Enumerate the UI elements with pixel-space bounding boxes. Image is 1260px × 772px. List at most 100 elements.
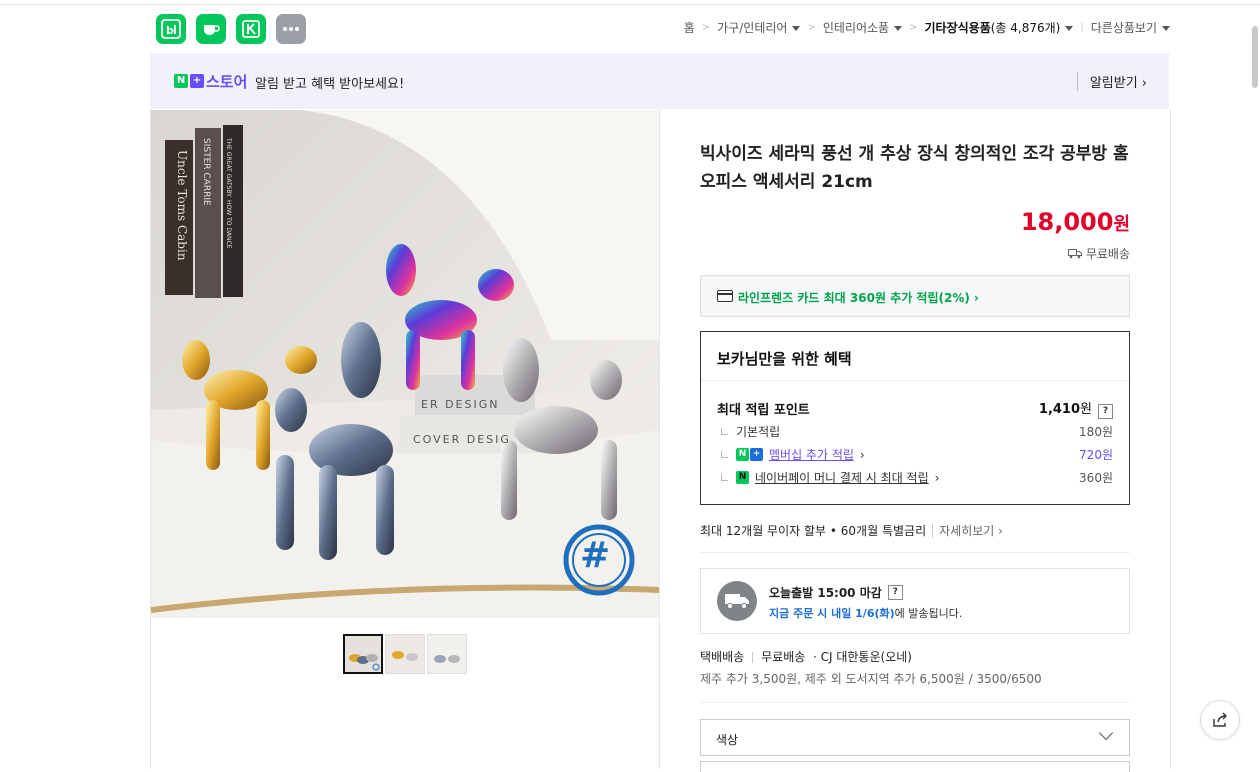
dropdown-arrow-icon (1065, 26, 1074, 31)
color-option-select[interactable]: 색상 (700, 719, 1130, 756)
breadcrumb-separator-icon: > (701, 22, 711, 33)
product-main-image[interactable]: Uncle Toms Cabin SISTER CARRIE THE GREAT… (151, 110, 659, 618)
installment-text: 최대 12개월 무이자 할부 • 60개월 특별금리 (700, 524, 927, 538)
svg-text:b: b (166, 24, 174, 37)
dropdown-arrow-icon (894, 26, 903, 31)
product-price: 18,000원 (1020, 208, 1130, 236)
separator (752, 652, 754, 663)
breadcrumb-divider: | (1080, 22, 1084, 33)
max-points-label: 최대 적립 포인트 (717, 403, 810, 418)
share-button[interactable] (1200, 700, 1240, 740)
option-label: 색상 (716, 733, 739, 747)
benefit-row-value: 720원 (1079, 448, 1113, 462)
thumbnail-image (428, 635, 466, 673)
breadcrumb-home[interactable]: 홈 (684, 19, 695, 36)
naverpay-icon: N (736, 471, 749, 484)
box-text-2: COVER DESIG (413, 433, 511, 446)
naver-cafe-icon[interactable] (196, 14, 226, 44)
plus-badge: + (190, 74, 204, 88)
shipping-extra-fee: 제주 추가 3,500원, 제주 외 도서지역 추가 6,500원 / 3500… (700, 672, 1042, 686)
help-icon[interactable]: ? (1098, 404, 1113, 419)
benefit-row-membership[interactable]: N + 멤버십 추가 적립 › 720원 (717, 446, 1113, 463)
breadcrumb-level2[interactable]: 인테리어소품 (823, 19, 903, 36)
chevron-down-icon (1098, 725, 1114, 741)
naver-n-badge: N (174, 74, 188, 88)
scrollbar[interactable] (1252, 26, 1258, 88)
today-shipping-title: 오늘출발 15:00 마감? (769, 584, 903, 601)
max-points-row: 최대 적립 포인트 1,410원? (717, 398, 1113, 419)
thumbnail-1[interactable] (343, 634, 383, 674)
panel-divider (659, 109, 660, 769)
help-icon[interactable]: ? (887, 585, 903, 600)
watermark-hash: # (580, 535, 611, 576)
card-benefit-banner[interactable]: 라인프렌즈 카드 최대 360원 추가 적립(2%) › (700, 275, 1130, 317)
thumbnail-image (345, 636, 381, 672)
installment-info: 최대 12개월 무이자 할부 • 60개월 특별금리 자세히보기 › (700, 522, 1003, 539)
thumbnail-2[interactable] (385, 634, 425, 674)
shipping-fee: 무료배송 (761, 650, 806, 664)
store-label: 스토어 (206, 73, 248, 91)
breadcrumb-level1[interactable]: 가구/인테리어 (717, 19, 801, 36)
benefit-row-basic: 기본적립 180원 (717, 423, 1113, 440)
benefit-row-label: 기본적립 (736, 425, 781, 439)
section-divider (700, 552, 1130, 553)
member-benefit-box: 보카님만을 위한 혜택 최대 적립 포인트 1,410원? 기본적립 180원 … (700, 331, 1130, 505)
tree-branch-icon (721, 428, 728, 435)
benefit-row-value: 360원 (1079, 471, 1113, 485)
benefit-row-label[interactable]: 멤버십 추가 적립 (769, 446, 854, 463)
cup-icon (204, 25, 220, 35)
credit-card-icon (717, 290, 733, 302)
today-shipping-detail: 지금 주문 시 내일 1/6(화)에 발송됩니다. (769, 607, 963, 620)
naver-smartstore-icon[interactable] (236, 14, 266, 44)
thumbnail-image (386, 635, 424, 673)
benefit-heading: 보카님만을 위한 혜택 (717, 350, 852, 368)
naver-plus-badge: N + (174, 74, 204, 88)
breadcrumb-separator-icon: > (807, 22, 816, 33)
next-option-select[interactable] (700, 761, 1130, 772)
max-points-value: 1,410원? (1039, 398, 1113, 419)
shipping-badge: 무료배송 (1067, 245, 1130, 262)
delivery-truck-icon (717, 581, 757, 621)
chevron-right-icon: › (859, 447, 865, 462)
breadcrumb-level3[interactable]: 기타장식용품(총 4,876개) (925, 19, 1074, 36)
today-shipping-box: 오늘출발 15:00 마감? 지금 주문 시 내일 1/6(화)에 발송됩니다. (700, 568, 1130, 634)
product-title: 빅사이즈 세라믹 풍선 개 추상 장식 창의적인 조각 공부방 홈 오피스 액세… (700, 144, 1129, 192)
card-benefit-text: 라인프렌즈 카드 최대 360원 추가 적립(2%) › (738, 291, 979, 305)
top-divider (0, 4, 1260, 5)
naver-plus-membership-icon: N + (736, 448, 763, 461)
other-products-dropdown[interactable]: 다른상품보기 (1091, 19, 1170, 36)
shipping-info: 택배배송 무료배송 · CJ 대한통운(오네) (700, 648, 912, 665)
shipping-carrier: · CJ 대한통운(오네) (812, 650, 912, 664)
chevron-right-icon: › (934, 470, 940, 485)
tree-branch-icon (721, 474, 728, 481)
book-spine-text-1: Uncle Toms Cabin (175, 150, 189, 261)
book-spine-text-3: THE GREAT GATSBY (225, 138, 232, 197)
truck-icon (725, 594, 749, 609)
chevron-right-icon: › (1141, 76, 1147, 91)
box-text-1: ER DESIGN (421, 398, 500, 411)
app-shortcuts: b (156, 14, 306, 44)
dropdown-arrow-icon (1162, 26, 1170, 31)
breadcrumb-separator-icon: > (909, 22, 918, 33)
section-divider (700, 702, 1130, 703)
thumbnail-3[interactable] (427, 634, 467, 674)
benefit-row-value: 180원 (1079, 425, 1113, 439)
benefit-row-label[interactable]: 네이버페이 머니 결제 시 최대 적립 (755, 469, 929, 486)
naver-blog-icon[interactable]: b (156, 14, 186, 44)
store-notice-banner: N + 스토어 알림 받고 혜택 받아보세요! 알림받기 › (150, 53, 1169, 109)
dropdown-arrow-icon (792, 26, 801, 31)
more-apps-icon[interactable] (276, 14, 306, 44)
share-icon (1213, 712, 1227, 727)
bookmark-k-icon (242, 20, 260, 38)
shipping-method: 택배배송 (700, 650, 745, 664)
ellipsis-icon (283, 27, 299, 31)
truck-small-icon (1067, 248, 1082, 258)
benefit-row-naverpay[interactable]: N 네이버페이 머니 결제 시 최대 적립 › 360원 (717, 469, 1113, 486)
book-spine-text-4: HOW TO DANCE (225, 200, 232, 249)
tree-branch-icon (721, 451, 728, 458)
breadcrumb: 홈 > 가구/인테리어 > 인테리어소품 > 기타장식용품(총 4,876개) … (684, 19, 1170, 36)
installment-more-link[interactable]: 자세히보기 › (932, 524, 1003, 538)
thumbnail-strip (343, 634, 467, 674)
subscribe-button[interactable]: 알림받기 › (1076, 72, 1147, 91)
blog-glyph-icon: b (161, 19, 181, 39)
